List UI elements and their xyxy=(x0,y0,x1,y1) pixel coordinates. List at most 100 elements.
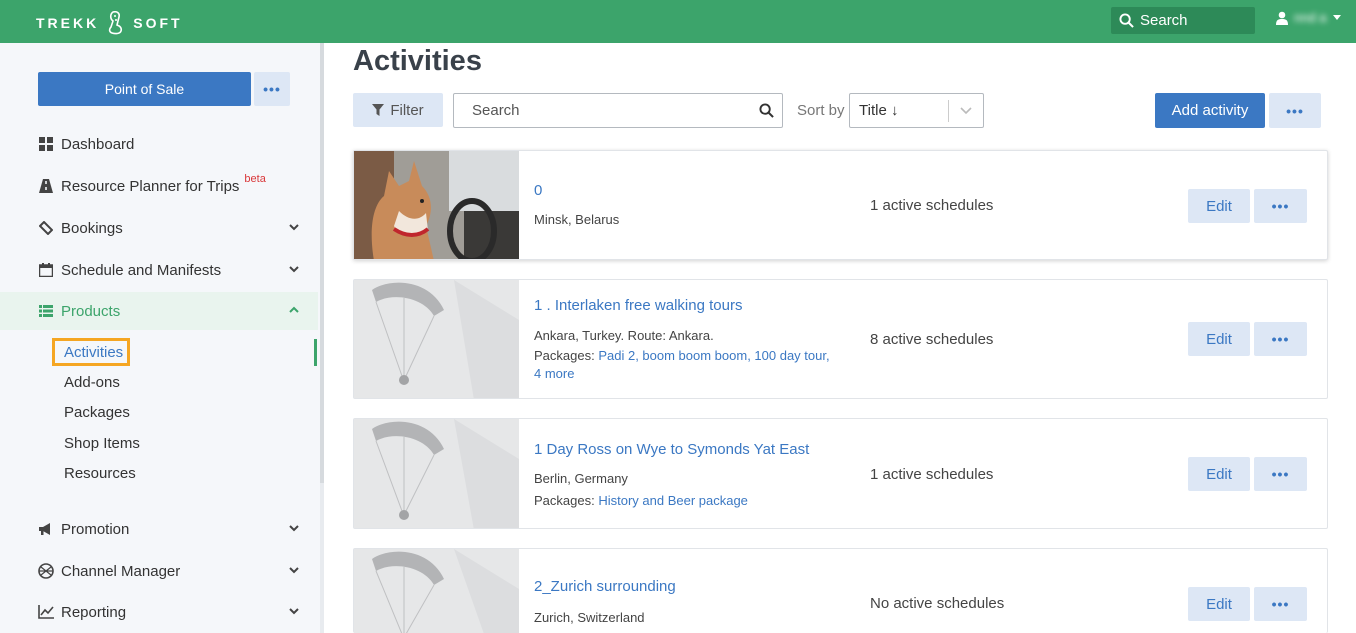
activity-location: Berlin, Germany xyxy=(534,471,628,486)
globe-icon xyxy=(38,563,54,579)
sidebar-item-channel-manager[interactable]: Channel Manager xyxy=(0,552,318,590)
edit-button[interactable]: Edit xyxy=(1188,189,1250,223)
activity-location: Minsk, Belarus xyxy=(534,212,620,227)
sidebar-item-products[interactable]: Products xyxy=(0,292,318,330)
brand-right: SOFT xyxy=(133,15,183,31)
sidebar-item-label: Dashboard xyxy=(61,135,135,153)
sidebar-item-label: Channel Manager xyxy=(61,562,181,580)
more-button[interactable]: ••• xyxy=(1254,322,1307,356)
ticket-icon xyxy=(38,220,54,236)
sidebar-item-reporting[interactable]: Reporting xyxy=(0,593,318,631)
sidebar-item-label: Products xyxy=(61,302,121,320)
activity-location: Zurich, Switzerland xyxy=(534,610,645,625)
calendar-icon xyxy=(38,262,54,278)
search-icon[interactable] xyxy=(759,103,774,118)
road-icon xyxy=(38,178,54,194)
chevron-down-icon xyxy=(289,525,299,532)
packages-label: Packages: xyxy=(534,348,595,363)
paraglider-placeholder xyxy=(354,280,519,398)
global-search-label: Search xyxy=(1140,12,1188,29)
chevron-down-icon xyxy=(949,106,983,115)
list-icon xyxy=(38,303,54,319)
chart-icon xyxy=(38,604,54,620)
more-button[interactable]: ••• xyxy=(1254,587,1307,621)
point-of-sale-button[interactable]: Point of Sale xyxy=(38,72,251,106)
sort-value: Title ↓ xyxy=(859,102,899,119)
activity-search[interactable] xyxy=(453,93,783,128)
sidebar-subitem-resources[interactable]: Resources xyxy=(64,465,136,482)
sidebar-item-schedule[interactable]: Schedule and Manifests xyxy=(0,251,318,289)
top-bar: TREKK SOFT Search nnd a xyxy=(0,0,1356,43)
sidebar-item-label: Promotion xyxy=(61,520,130,538)
active-indicator xyxy=(314,339,317,366)
activity-packages: Packages: History and Beer package xyxy=(534,492,834,510)
filter-label: Filter xyxy=(390,101,424,119)
activity-title[interactable]: 0 xyxy=(534,182,542,199)
activity-thumbnail xyxy=(354,280,519,398)
header-more-button[interactable]: ••• xyxy=(1269,93,1321,128)
more-button[interactable]: ••• xyxy=(1254,457,1307,491)
user-name: nnd a xyxy=(1294,10,1327,25)
activity-schedules: 8 active schedules xyxy=(870,331,994,348)
sort-label: Sort by xyxy=(797,102,845,119)
sidebar-subitem-addons[interactable]: Add-ons xyxy=(64,374,120,391)
dog-photo xyxy=(354,151,519,259)
sidebar-item-label: Bookings xyxy=(61,219,123,237)
activity-thumbnail xyxy=(354,151,519,259)
paraglider-placeholder xyxy=(354,549,519,633)
search-input[interactable] xyxy=(454,94,734,127)
activity-schedules: 1 active schedules xyxy=(870,466,994,483)
activity-thumbnail xyxy=(354,549,519,633)
activity-title[interactable]: 1 Day Ross on Wye to Symonds Yat East xyxy=(534,441,809,458)
chevron-down-icon xyxy=(289,224,299,231)
boot-icon xyxy=(109,11,123,35)
activity-title[interactable]: 2_Zurich surrounding xyxy=(534,578,676,595)
dashboard-icon xyxy=(38,136,54,152)
packages-label: Packages: xyxy=(534,493,595,508)
chevron-down-icon xyxy=(289,266,299,273)
activity-card: 1 Day Ross on Wye to Symonds Yat East Be… xyxy=(353,418,1328,529)
packages-link[interactable]: History and Beer package xyxy=(598,493,748,508)
sidebar-item-promotion[interactable]: Promotion xyxy=(0,510,318,548)
global-search[interactable]: Search xyxy=(1111,7,1255,34)
filter-button[interactable]: Filter xyxy=(353,93,443,127)
edit-button[interactable]: Edit xyxy=(1188,457,1250,491)
user-menu[interactable]: nnd a xyxy=(1276,10,1341,25)
search-icon xyxy=(1119,13,1134,28)
sidebar-item-label: Resource Planner for Trips xyxy=(61,177,240,195)
chevron-down-icon xyxy=(289,608,299,615)
activity-card: 1 . Interlaken free walking tours Ankara… xyxy=(353,279,1328,399)
paraglider-placeholder xyxy=(354,419,519,528)
megaphone-icon xyxy=(38,521,54,537)
sidebar-item-label: Schedule and Manifests xyxy=(61,261,222,279)
edit-button[interactable]: Edit xyxy=(1188,587,1250,621)
activity-schedules: 1 active schedules xyxy=(870,197,994,214)
sidebar-item-resource-planner[interactable]: Resource Planner for Trips beta xyxy=(0,167,318,205)
sidebar-item-dashboard[interactable]: Dashboard xyxy=(0,125,318,163)
pos-more-button[interactable]: ••• xyxy=(254,72,290,106)
sidebar-subitem-activities[interactable]: Activities xyxy=(52,338,130,366)
chevron-down-icon xyxy=(289,567,299,574)
user-icon xyxy=(1276,11,1288,25)
activity-location: Ankara, Turkey. Route: Ankara. xyxy=(534,328,714,343)
activity-schedules: No active schedules xyxy=(870,595,1005,612)
beta-badge: beta xyxy=(244,173,266,185)
sidebar-subitem-shop-items[interactable]: Shop Items xyxy=(64,435,140,452)
brand-left: TREKK xyxy=(36,15,100,31)
sidebar-subitem-packages[interactable]: Packages xyxy=(64,404,130,421)
sidebar-item-label: Reporting xyxy=(61,603,127,621)
sidebar: Point of Sale ••• Dashboard Resource Pla… xyxy=(0,43,324,633)
activity-card: 0 Minsk, Belarus 1 active schedules Edit… xyxy=(353,150,1328,260)
sidebar-item-bookings[interactable]: Bookings xyxy=(0,209,318,247)
chevron-up-icon xyxy=(289,306,299,313)
filter-icon xyxy=(372,103,385,116)
sidebar-scrollbar[interactable] xyxy=(320,43,324,483)
brand-logo[interactable]: TREKK SOFT xyxy=(36,11,183,35)
page-title: Activities xyxy=(353,45,482,77)
add-activity-button[interactable]: Add activity xyxy=(1155,93,1265,128)
activity-card: 2_Zurich surrounding Zurich, Switzerland… xyxy=(353,548,1328,633)
activity-title[interactable]: 1 . Interlaken free walking tours xyxy=(534,297,742,314)
sort-select[interactable]: Title ↓ xyxy=(849,93,984,128)
edit-button[interactable]: Edit xyxy=(1188,322,1250,356)
more-button[interactable]: ••• xyxy=(1254,189,1307,223)
